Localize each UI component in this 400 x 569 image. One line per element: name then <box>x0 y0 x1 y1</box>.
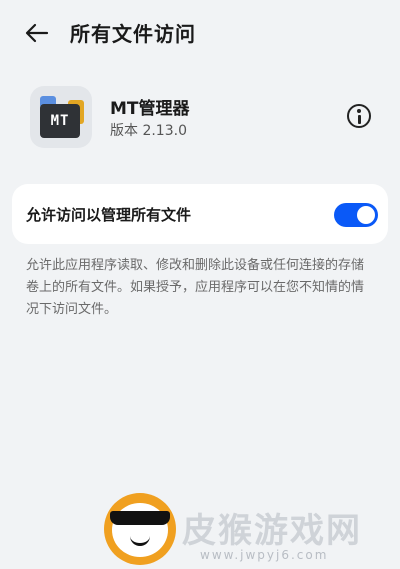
permission-description: 允许此应用程序读取、修改和删除此设备或任何连接的存储卷上的所有文件。如果授予，应… <box>26 258 365 317</box>
watermark-url: www.jwpyj6.com <box>200 548 329 562</box>
arrow-left-icon <box>25 23 49 43</box>
mt-logo-icon: MT <box>40 104 80 138</box>
app-info-row: MT MT管理器 版本 2.13.0 <box>0 82 400 152</box>
page-title: 所有文件访问 <box>70 22 196 46</box>
info-icon <box>357 109 361 113</box>
app-icon: MT <box>30 86 92 148</box>
toggle-knob <box>357 206 375 224</box>
info-button[interactable] <box>347 104 371 128</box>
permission-card: 允许访问以管理所有文件 <box>12 184 388 244</box>
permission-toggle[interactable] <box>334 203 378 227</box>
back-button[interactable] <box>22 18 52 48</box>
watermark-logo <box>104 493 176 565</box>
header: 所有文件访问 <box>0 0 400 64</box>
app-version: 版本 2.13.0 <box>110 123 187 139</box>
sunglasses-icon <box>110 511 170 525</box>
watermark-title: 皮猴游戏网 <box>182 511 362 551</box>
app-name: MT管理器 <box>110 99 190 119</box>
permission-label: 允许访问以管理所有文件 <box>26 206 192 224</box>
